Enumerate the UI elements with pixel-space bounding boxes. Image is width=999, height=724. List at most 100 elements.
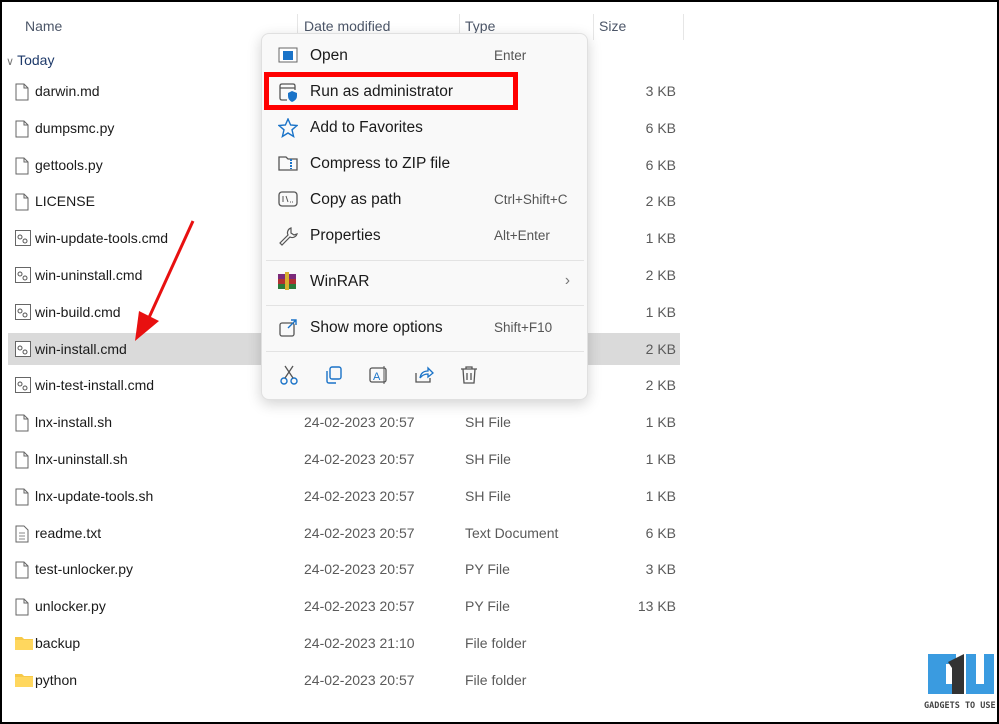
cmd-icon — [15, 230, 31, 248]
menu-item-label: Properties — [310, 227, 381, 244]
file-icon — [15, 414, 29, 432]
file-size: 1 KB — [645, 303, 676, 320]
file-type: File folder — [465, 671, 527, 688]
file-size: 6 KB — [645, 119, 676, 136]
file-name: win-test-install.cmd — [35, 377, 155, 394]
folder-icon — [15, 635, 33, 653]
column-header-type[interactable]: Type — [465, 18, 495, 34]
file-size: 1 KB — [645, 451, 676, 467]
file-row[interactable]: python 24-02-2023 20:57 File folder — [8, 664, 680, 696]
folder-icon — [15, 672, 33, 690]
file-type: SH File — [465, 451, 511, 467]
file-row[interactable]: readme.txt 24-02-2023 20:57 Text Documen… — [8, 517, 680, 549]
file-row[interactable]: test-unlocker.py 24-02-2023 20:57 PY Fil… — [8, 553, 680, 585]
watermark-text: GADGETS TO USE — [924, 701, 996, 711]
file-date: 24-02-2023 20:57 — [304, 598, 415, 615]
file-date: 24-02-2023 20:57 — [304, 487, 415, 504]
rename-icon[interactable]: A — [368, 364, 390, 386]
menu-item-show-more-options[interactable]: Show more options Shift+F10 — [268, 311, 582, 345]
delete-icon[interactable] — [458, 364, 480, 386]
file-type: Text Document — [465, 524, 559, 541]
file-explorer: Name Date modified Type Size ∨ Today dar… — [2, 2, 997, 722]
menu-item-label: WinRAR — [310, 273, 370, 290]
menu-item-shortcut: Enter — [494, 48, 527, 63]
file-size: 2 KB — [645, 267, 676, 283]
menu-divider — [266, 305, 584, 306]
file-name: backup — [35, 635, 81, 651]
file-row[interactable]: unlocker.py 24-02-2023 20:57 PY File 13 … — [8, 590, 680, 622]
menu-divider — [266, 351, 584, 352]
file-row[interactable]: lnx-uninstall.sh 24-02-2023 20:57 SH Fil… — [8, 443, 680, 475]
file-name: darwin.md — [35, 83, 100, 99]
highlight-box — [264, 72, 518, 110]
open-icon — [278, 46, 298, 66]
file-size: 13 KB — [637, 598, 676, 615]
file-name: gettools.py — [35, 156, 103, 173]
menu-item-copy-as-path[interactable]: Copy as path Ctrl+Shift+C — [268, 183, 582, 217]
file-size: 3 KB — [645, 83, 676, 99]
chevron-down-icon: ∨ — [6, 56, 18, 68]
cut-icon[interactable] — [278, 364, 300, 386]
menu-divider — [266, 260, 584, 261]
file-name: readme.txt — [35, 524, 102, 541]
menu-item-label: Show more options — [310, 319, 443, 336]
file-size: 6 KB — [645, 524, 676, 541]
column-header-name[interactable]: Name — [25, 18, 62, 34]
file-name: lnx-update-tools.sh — [35, 487, 154, 504]
zip-icon — [278, 154, 298, 174]
svg-text:A: A — [373, 371, 381, 383]
file-type: SH File — [465, 414, 511, 431]
menu-item-winrar[interactable]: WinRAR › — [268, 265, 582, 299]
menu-item-add-to-favorites[interactable]: Add to Favorites — [268, 111, 582, 145]
red-arrow-annotation — [127, 217, 207, 352]
file-type: SH File — [465, 487, 511, 504]
share-icon[interactable] — [413, 364, 435, 386]
file-icon — [15, 561, 29, 579]
menu-item-shortcut: Ctrl+Shift+C — [494, 192, 568, 207]
file-name: test-unlocker.py — [35, 561, 134, 578]
expand-icon — [278, 318, 298, 338]
file-name: unlocker.py — [35, 598, 106, 615]
watermark-logo: GADGETS TO USE — [922, 652, 997, 719]
path-icon — [278, 190, 298, 210]
file-size: 3 KB — [645, 561, 676, 578]
file-name: lnx-uninstall.sh — [35, 451, 128, 467]
file-icon — [15, 193, 29, 211]
menu-item-compress-to-zip-file[interactable]: Compress to ZIP file — [268, 147, 582, 181]
file-icon — [15, 488, 29, 506]
cmd-icon — [15, 340, 31, 359]
file-row[interactable]: backup 24-02-2023 21:10 File folder — [8, 627, 680, 659]
file-size: 2 KB — [645, 340, 676, 357]
menu-item-properties[interactable]: Properties Alt+Enter — [268, 219, 582, 253]
menu-item-label: Copy as path — [310, 191, 402, 208]
group-label: Today — [17, 52, 55, 68]
file-row[interactable]: lnx-update-tools.sh 24-02-2023 20:57 SH … — [8, 480, 680, 512]
copy-icon[interactable] — [323, 364, 345, 386]
column-header-date[interactable]: Date modified — [304, 18, 390, 34]
wrench-icon — [278, 226, 298, 246]
file-type: PY File — [465, 598, 510, 615]
cmd-icon — [15, 303, 31, 322]
file-name: win-install.cmd — [35, 340, 127, 357]
menu-item-label: Open — [310, 47, 348, 64]
file-icon — [15, 598, 29, 616]
file-size: 1 KB — [645, 230, 676, 247]
file-type: File folder — [465, 635, 527, 651]
column-divider[interactable] — [683, 14, 684, 40]
file-name: python — [35, 671, 78, 688]
group-today[interactable]: ∨ Today — [6, 52, 54, 68]
column-header-size[interactable]: Size — [599, 18, 626, 34]
file-row[interactable]: lnx-install.sh 24-02-2023 20:57 SH File … — [8, 406, 680, 438]
column-divider[interactable] — [593, 14, 594, 40]
menu-item-label: Compress to ZIP file — [310, 155, 451, 172]
file-size: 1 KB — [645, 414, 676, 431]
file-icon — [15, 120, 29, 138]
file-date: 24-02-2023 21:10 — [304, 635, 415, 651]
menu-item-open[interactable]: Open Enter — [268, 39, 582, 73]
file-date: 24-02-2023 20:57 — [304, 561, 415, 578]
file-date: 24-02-2023 20:57 — [304, 671, 415, 688]
cmd-icon — [15, 377, 31, 395]
winrar-icon — [278, 272, 298, 292]
file-name: lnx-install.sh — [35, 414, 113, 431]
file-size: 2 KB — [645, 193, 676, 210]
